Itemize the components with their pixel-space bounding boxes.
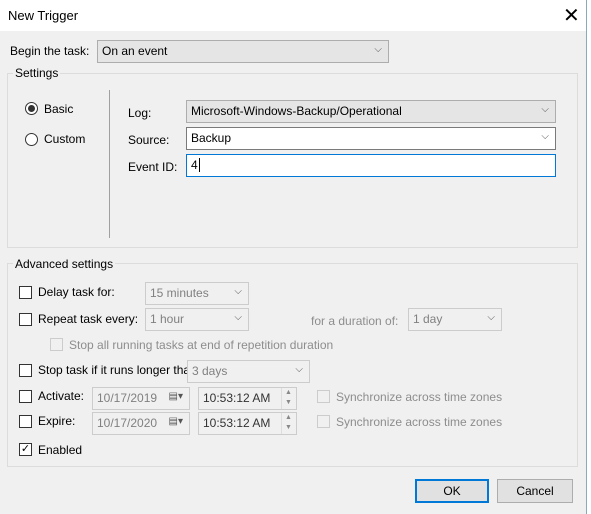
source-select[interactable]: Backup ⌵ (186, 127, 556, 150)
chevron-down-icon: ⌵ (541, 131, 549, 142)
advanced-legend: Advanced settings (13, 257, 116, 271)
expire-sync-checkbox[interactable] (317, 415, 330, 428)
activate-checkbox[interactable] (19, 390, 32, 403)
stop-longer-checkbox[interactable] (19, 364, 32, 377)
begin-task-value: On an event (102, 44, 168, 58)
enabled-checkbox[interactable]: ✓ (19, 443, 32, 456)
repeat-select[interactable]: 1 hour ⌵ (145, 308, 249, 331)
begin-task-select[interactable]: On an event ⌵ (97, 40, 389, 63)
divider (109, 90, 110, 238)
basic-radio[interactable] (25, 102, 38, 115)
expire-time-input[interactable]: 10:53:12 AM ▲ ▼ (198, 412, 297, 435)
expire-sync-label: Synchronize across time zones (336, 415, 503, 429)
settings-legend: Settings (13, 66, 61, 80)
activate-label: Activate: (38, 389, 85, 403)
close-icon[interactable]: ✕ (563, 3, 580, 28)
cancel-button[interactable]: Cancel (497, 479, 573, 503)
activate-sync-label: Synchronize across time zones (336, 390, 503, 404)
repeat-value: 1 hour (150, 312, 185, 326)
duration-select[interactable]: 1 day ⌵ (408, 308, 502, 331)
duration-label: for a duration of: (311, 314, 399, 328)
calendar-icon: ▤▾ (168, 391, 183, 402)
delay-label: Delay task for: (38, 285, 115, 299)
source-value: Backup (191, 131, 232, 145)
activate-time: 10:53:12 AM (203, 391, 271, 405)
chevron-down-icon: ⌵ (295, 364, 303, 375)
expire-checkbox[interactable] (19, 415, 32, 428)
delay-value: 15 minutes (150, 286, 209, 300)
window-title: New Trigger (8, 8, 79, 23)
activate-sync-checkbox[interactable] (317, 390, 330, 403)
expire-time: 10:53:12 AM (203, 416, 271, 430)
repeat-label: Repeat task every: (38, 312, 139, 326)
chevron-down-icon: ⌵ (234, 286, 242, 297)
stop-all-checkbox[interactable] (50, 338, 63, 351)
event-id-value: 4 (191, 158, 198, 172)
expire-date: 10/17/2020 (97, 416, 158, 430)
activate-date: 10/17/2019 (97, 391, 158, 405)
stop-longer-label: Stop task if it runs longer than: (38, 363, 201, 377)
window-edge (586, 0, 591, 514)
event-id-label: Event ID: (128, 160, 178, 174)
activate-time-input[interactable]: 10:53:12 AM ▲ ▼ (198, 387, 297, 410)
repeat-checkbox[interactable] (19, 313, 32, 326)
begin-task-label: Begin the task: (10, 44, 90, 58)
stop-longer-select[interactable]: 3 days ⌵ (187, 360, 310, 383)
chevron-down-icon: ⌵ (541, 104, 549, 115)
chevron-down-icon: ⌵ (487, 312, 495, 323)
spinner-icon[interactable]: ▲ ▼ (281, 413, 295, 434)
calendar-icon: ▤▾ (168, 416, 183, 427)
delay-select[interactable]: 15 minutes ⌵ (145, 282, 249, 305)
title-bar: New Trigger ✕ (0, 0, 586, 31)
enabled-label: Enabled (38, 443, 83, 457)
event-id-input[interactable]: 4 (186, 154, 556, 177)
log-value: Microsoft-Windows-Backup/Operational (191, 104, 402, 118)
log-select[interactable]: Microsoft-Windows-Backup/Operational ⌵ (186, 100, 556, 123)
activate-date-picker[interactable]: 10/17/2019 ▤▾ (92, 387, 190, 410)
delay-checkbox[interactable] (19, 286, 32, 299)
custom-label: Custom (44, 132, 86, 146)
expire-date-picker[interactable]: 10/17/2020 ▤▾ (92, 412, 190, 435)
source-label: Source: (128, 133, 170, 147)
basic-label: Basic (44, 102, 74, 116)
expire-label: Expire: (38, 414, 76, 428)
custom-radio[interactable] (25, 133, 38, 146)
stop-longer-value: 3 days (192, 364, 228, 378)
stop-all-label: Stop all running tasks at end of repetit… (69, 338, 334, 352)
ok-button[interactable]: OK (415, 479, 489, 503)
chevron-down-icon: ⌵ (234, 312, 242, 323)
spinner-icon[interactable]: ▲ ▼ (281, 388, 295, 409)
log-label: Log: (128, 106, 152, 120)
duration-value: 1 day (413, 312, 443, 326)
chevron-down-icon: ⌵ (374, 44, 382, 55)
